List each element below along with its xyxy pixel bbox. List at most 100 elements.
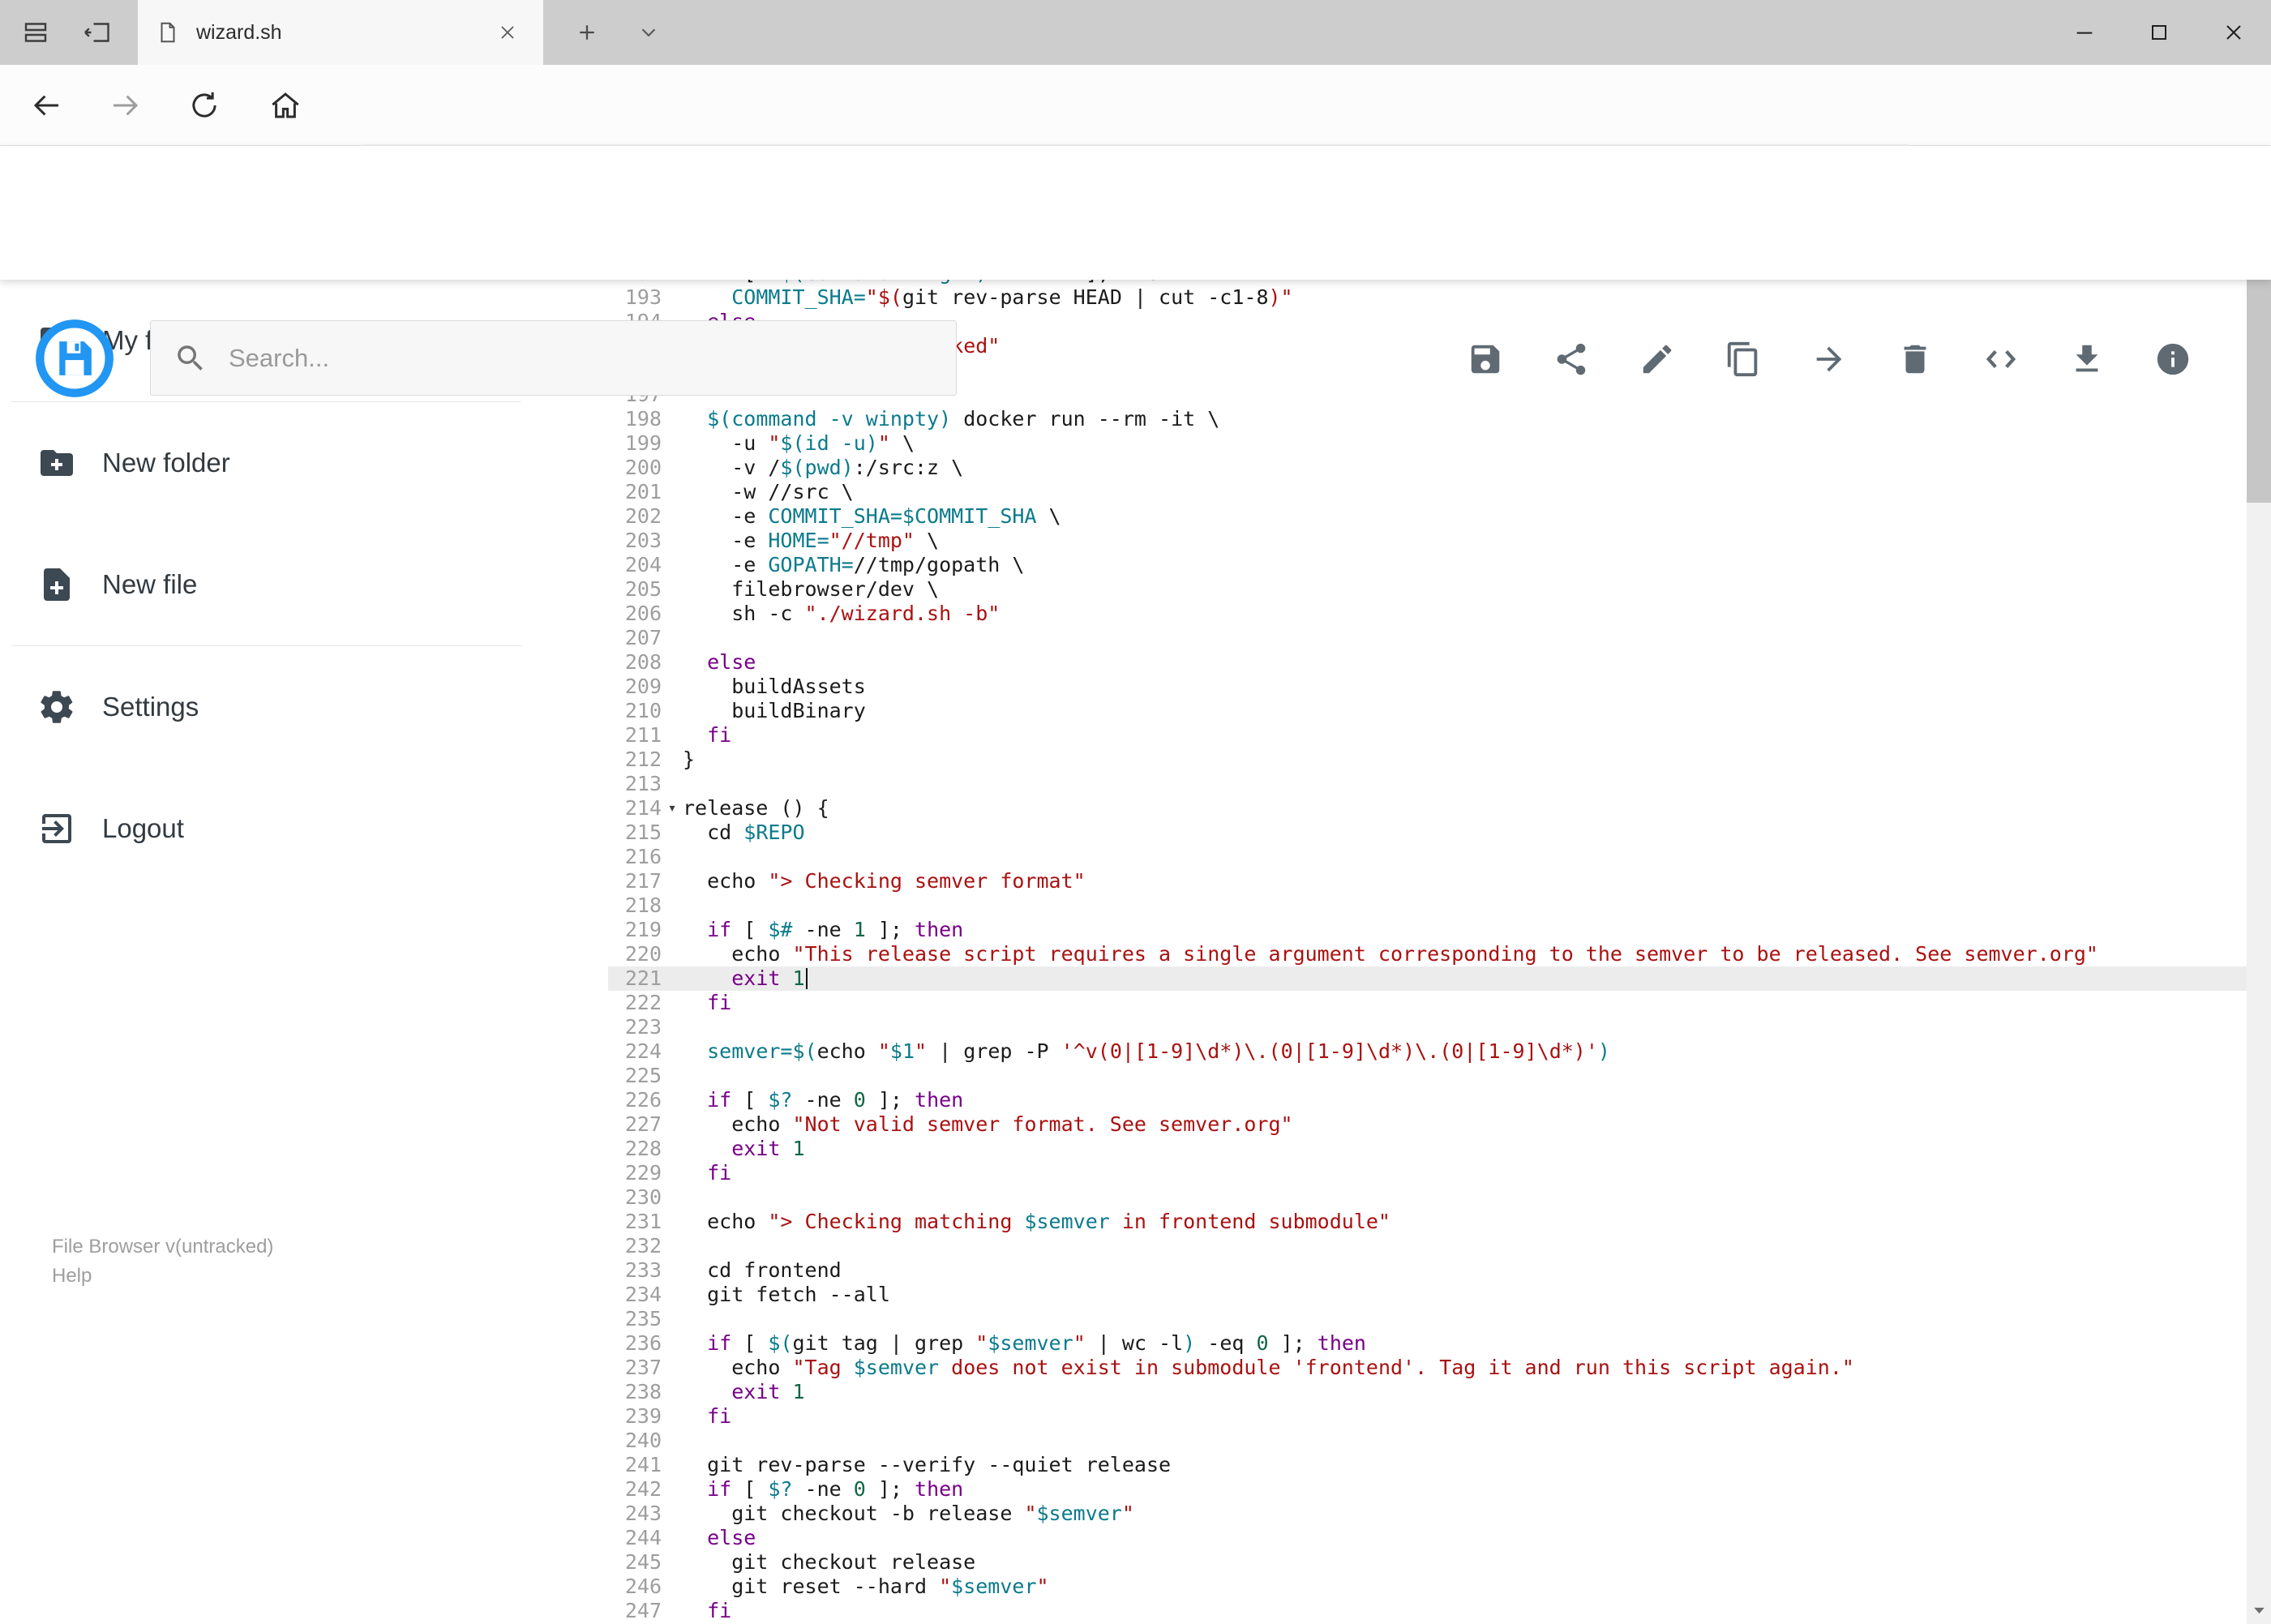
download-icon[interactable] — [2066, 338, 2108, 380]
share-icon[interactable] — [1550, 338, 1592, 380]
code-line-245[interactable]: 245 git checkout release — [608, 1550, 2247, 1575]
tab-close-icon[interactable] — [490, 15, 525, 50]
fold-gutter — [662, 431, 683, 456]
code-line-230[interactable]: 230 — [608, 1185, 2247, 1210]
edit-icon[interactable] — [1636, 338, 1678, 380]
code-line-204[interactable]: 204 -e GOPATH=//tmp/gopath \ — [608, 553, 2247, 577]
code-line-215[interactable]: 215 cd $REPO — [608, 821, 2247, 845]
code-line-211[interactable]: 211 fi — [608, 723, 2247, 748]
sidebar-item-new-folder[interactable]: New folder — [0, 402, 608, 524]
new-file-icon — [37, 565, 76, 604]
code-line-237[interactable]: 237 echo "Tag $semver does not exist in … — [608, 1356, 2247, 1380]
line-number: 232 — [624, 1234, 662, 1258]
search-input[interactable] — [227, 342, 911, 374]
browser-tab[interactable]: wizard.sh — [138, 0, 543, 65]
code-line-239[interactable]: 239 fi — [608, 1404, 2247, 1429]
code-line-240[interactable]: 240 — [608, 1429, 2247, 1453]
search-box[interactable] — [150, 320, 957, 396]
code-line-236[interactable]: 236 if [ $(git tag | grep "$semver" | wc… — [608, 1331, 2247, 1356]
code-line-223[interactable]: 223 — [608, 1015, 2247, 1039]
code-line-208[interactable]: 208 else — [608, 650, 2247, 675]
code-line-201[interactable]: 201 -w //src \ — [608, 480, 2247, 504]
set-tabs-aside-icon[interactable] — [66, 0, 128, 65]
code-line-247[interactable]: 247 fi — [608, 1599, 2247, 1623]
sidebar-item-new-file[interactable]: New file — [0, 524, 608, 645]
filebrowser-logo[interactable] — [34, 318, 115, 399]
window-close-button[interactable] — [2196, 0, 2271, 65]
code-line-231[interactable]: 231 echo "> Checking matching $semver in… — [608, 1210, 2247, 1234]
back-icon[interactable] — [18, 65, 76, 146]
code-line-200[interactable]: 200 -v /$(pwd):/src:z \ — [608, 456, 2247, 480]
fold-gutter — [662, 1234, 683, 1258]
code-line-226[interactable]: 226 if [ $? -ne 0 ]; then — [608, 1088, 2247, 1112]
code-line-218[interactable]: 218 — [608, 893, 2247, 918]
code-line-235[interactable]: 235 — [608, 1307, 2247, 1331]
code-line-220[interactable]: 220 echo "This release script requires a… — [608, 942, 2247, 966]
scrollbar-down-icon[interactable] — [2247, 1596, 2271, 1624]
code-line-242[interactable]: 242 if [ $? -ne 0 ]; then — [608, 1477, 2247, 1502]
window-minimize-button[interactable] — [2047, 0, 2122, 65]
code-line-221[interactable]: 221 exit 1 — [608, 966, 2247, 991]
fold-gutter — [662, 893, 683, 918]
code-line-212[interactable]: 212} — [608, 748, 2247, 772]
tab-preview-chevron-icon[interactable] — [623, 0, 675, 65]
code-line-206[interactable]: 206 sh -c "./wizard.sh -b" — [608, 602, 2247, 626]
code-line-209[interactable]: 209 buildAssets — [608, 675, 2247, 699]
code-text: echo "Tag $semver does not exist in subm… — [683, 1356, 1854, 1379]
new-tab-button[interactable] — [558, 0, 616, 65]
help-link[interactable]: Help — [52, 1262, 273, 1291]
code-line-232[interactable]: 232 — [608, 1234, 2247, 1258]
fold-gutter — [662, 480, 683, 504]
move-icon[interactable] — [1808, 338, 1850, 380]
code-line-233[interactable]: 233 cd frontend — [608, 1258, 2247, 1283]
code-line-229[interactable]: 229 fi — [608, 1161, 2247, 1185]
code-line-238[interactable]: 238 exit 1 — [608, 1380, 2247, 1404]
code-line-203[interactable]: 203 -e HOME="//tmp" \ — [608, 529, 2247, 553]
home-icon[interactable] — [256, 65, 315, 146]
fold-marker-icon[interactable]: ▾ — [662, 796, 683, 821]
code-line-207[interactable]: 207 — [608, 626, 2247, 650]
fold-gutter — [662, 772, 683, 796]
fold-gutter — [662, 1599, 683, 1623]
copy-icon[interactable] — [1722, 338, 1764, 380]
code-text: echo "Not valid semver format. See semve… — [683, 1112, 1293, 1136]
code-line-225[interactable]: 225 — [608, 1064, 2247, 1088]
code-line-199[interactable]: 199 -u "$(id -u)" \ — [608, 431, 2247, 456]
tabs-aside-list-icon[interactable] — [5, 0, 66, 65]
code-line-217[interactable]: 217 echo "> Checking semver format" — [608, 869, 2247, 893]
code-view-icon[interactable] — [1980, 338, 2022, 380]
code-line-244[interactable]: 244 else — [608, 1526, 2247, 1550]
info-icon[interactable] — [2152, 338, 2194, 380]
code-line-222[interactable]: 222 fi — [608, 991, 2247, 1015]
line-number: 212 — [624, 748, 662, 771]
delete-icon[interactable] — [1894, 338, 1936, 380]
code-editor[interactable]: 192 if [ "$(command -v git)" != "" ]; th… — [608, 280, 2247, 1624]
code-line-216[interactable]: 216 — [608, 845, 2247, 869]
sidebar-item-logout[interactable]: Logout — [0, 768, 608, 889]
code-line-219[interactable]: 219 if [ $# -ne 1 ]; then — [608, 918, 2247, 942]
code-line-213[interactable]: 213 — [608, 772, 2247, 796]
line-number: 247 — [624, 1599, 662, 1622]
code-line-192[interactable]: 192 if [ "$(command -v git)" != "" ]; th… — [608, 280, 2247, 285]
save-icon[interactable] — [1464, 338, 1506, 380]
code-line-246[interactable]: 246 git reset --hard "$semver" — [608, 1575, 2247, 1599]
page-scrollbar[interactable] — [2247, 146, 2271, 1624]
code-line-214[interactable]: 214 ▾ release () { — [608, 796, 2247, 821]
window-maximize-button[interactable] — [2122, 0, 2196, 65]
sidebar-item-settings[interactable]: Settings — [0, 646, 608, 768]
code-line-227[interactable]: 227 echo "Not valid semver format. See s… — [608, 1112, 2247, 1137]
fold-gutter — [662, 1453, 683, 1477]
refresh-icon[interactable] — [175, 65, 234, 146]
code-line-243[interactable]: 243 git checkout -b release "$semver" — [608, 1502, 2247, 1526]
code-line-202[interactable]: 202 -e COMMIT_SHA=$COMMIT_SHA \ — [608, 504, 2247, 529]
line-number: 227 — [624, 1112, 662, 1136]
code-line-241[interactable]: 241 git rev-parse --verify --quiet relea… — [608, 1453, 2247, 1477]
code-line-224[interactable]: 224 semver=$(echo "$1" | grep -P '^v(0|[… — [608, 1039, 2247, 1064]
code-line-205[interactable]: 205 filebrowser/dev \ — [608, 577, 2247, 602]
code-line-210[interactable]: 210 buildBinary — [608, 699, 2247, 723]
code-line-234[interactable]: 234 git fetch --all — [608, 1283, 2247, 1307]
fold-gutter — [662, 942, 683, 966]
fold-gutter — [662, 1331, 683, 1356]
forward-icon[interactable] — [96, 65, 154, 146]
code-line-228[interactable]: 228 exit 1 — [608, 1137, 2247, 1161]
